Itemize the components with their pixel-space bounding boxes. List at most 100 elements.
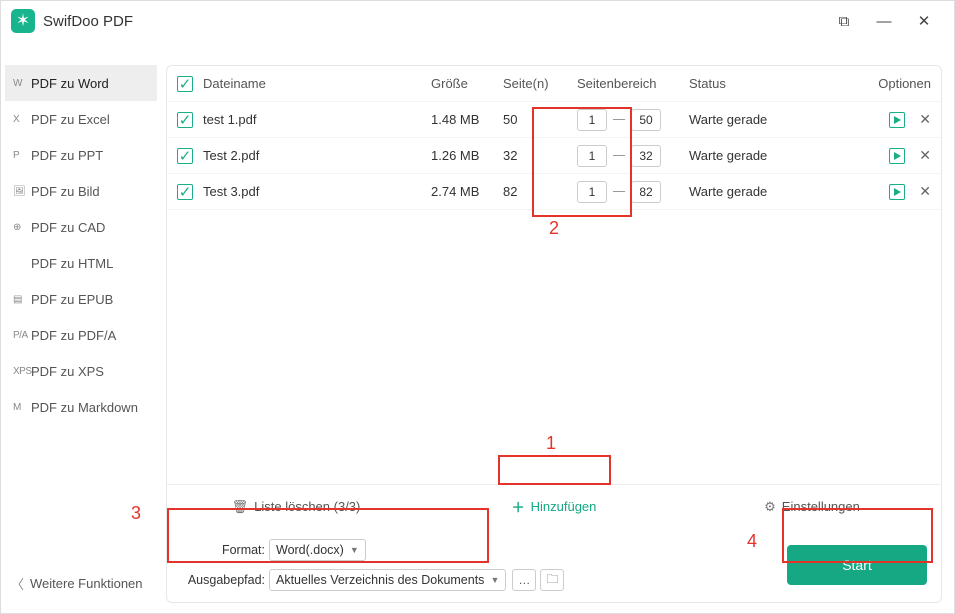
clear-list-label: Liste löschen (3/3) — [254, 499, 360, 514]
play-icon — [893, 116, 901, 124]
file-pages: 50 — [503, 112, 577, 127]
range-to-input[interactable] — [631, 109, 661, 131]
titlebar: ✶ SwifDoo PDF ⧉ — ✕ — [1, 1, 954, 41]
list-toolbar: 🗑 Liste löschen (3/3) ＋ Hinzufügen ⚙ Ein… — [167, 484, 941, 528]
format-badge-icon: ⊕ — [13, 222, 31, 233]
format-badge-icon: ▤ — [13, 294, 31, 305]
start-button[interactable]: Start — [787, 545, 927, 585]
format-badge-icon: 🖼 — [13, 186, 31, 197]
file-name: Test 3.pdf — [203, 184, 431, 199]
remove-button[interactable]: ✕ — [919, 183, 931, 200]
output-label: Ausgabepfad: — [181, 573, 269, 587]
folder-icon: 🗀 — [546, 570, 558, 591]
row-checkbox[interactable]: ✓ — [177, 112, 193, 128]
format-value: Word(.docx) — [276, 543, 344, 557]
file-name: test 1.pdf — [203, 112, 431, 127]
chevron-down-icon: ▼ — [490, 575, 499, 585]
sidebar-item[interactable]: P/APDF zu PDF/A — [5, 317, 157, 353]
format-badge-icon: P/A — [13, 330, 31, 341]
format-badge-icon: P — [13, 150, 31, 161]
row-checkbox[interactable]: ✓ — [177, 148, 193, 164]
output-select[interactable]: Aktuelles Verzeichnis des Dokuments ▼ — [269, 569, 506, 591]
sidebar-item-label: PDF zu XPS — [31, 364, 104, 379]
main-panel: ✓ Dateiname Größe Seite(n) Seitenbereich… — [166, 65, 942, 603]
window-close-icon[interactable]: ✕ — [904, 3, 944, 39]
output-more-button[interactable]: … — [512, 569, 536, 591]
sidebar-item-label: PDF zu HTML — [31, 256, 113, 271]
format-label: Format: — [181, 543, 269, 557]
sidebar-item-label: PDF zu Word — [31, 76, 109, 91]
sidebar-item-label: PDF zu EPUB — [31, 292, 113, 307]
header-pages: Seite(n) — [503, 76, 577, 91]
file-status: Warte gerade — [689, 112, 859, 127]
range-from-input[interactable] — [577, 109, 607, 131]
format-row: Format: Word(.docx) ▼ — [181, 539, 564, 561]
file-size: 2.74 MB — [431, 184, 503, 199]
bottom-bar: Format: Word(.docx) ▼ Ausgabepfad: Aktue… — [167, 528, 941, 602]
sidebar-item[interactable]: MPDF zu Markdown — [5, 389, 157, 425]
chevron-left-icon: 〈 — [11, 574, 24, 593]
header-name: Dateiname — [203, 76, 431, 91]
output-row: Ausgabepfad: Aktuelles Verzeichnis des D… — [181, 569, 564, 591]
sidebar-item[interactable]: XPSPDF zu XPS — [5, 353, 157, 389]
format-select[interactable]: Word(.docx) ▼ — [269, 539, 366, 561]
sidebar-item-label: PDF zu CAD — [31, 220, 105, 235]
range-dash-icon — [613, 191, 625, 192]
window-minimize-icon[interactable]: — — [864, 3, 904, 39]
add-button[interactable]: ＋ Hinzufügen — [425, 497, 683, 516]
window-compact-icon[interactable]: ⧉ — [824, 3, 864, 39]
file-size: 1.48 MB — [431, 112, 503, 127]
table-row: ✓ test 1.pdf1.48 MB50 Warte gerade ✕ — [167, 102, 941, 138]
gear-icon: ⚙ — [764, 499, 776, 515]
select-all-checkbox[interactable]: ✓ — [177, 76, 193, 92]
file-pages: 32 — [503, 148, 577, 163]
page-range — [577, 145, 689, 167]
file-status: Warte gerade — [689, 184, 859, 199]
clear-list-button[interactable]: 🗑 Liste löschen (3/3) — [167, 499, 425, 515]
table-header: ✓ Dateiname Größe Seite(n) Seitenbereich… — [167, 66, 941, 102]
sidebar-item[interactable]: PDF zu HTML — [5, 245, 157, 281]
remove-button[interactable]: ✕ — [919, 147, 931, 164]
sidebar-item[interactable]: WPDF zu Word — [5, 65, 157, 101]
more-functions[interactable]: 〈 Weitere Funktionen — [5, 563, 157, 603]
header-status: Status — [689, 76, 859, 91]
sidebar-item-label: PDF zu PPT — [31, 148, 103, 163]
range-dash-icon — [613, 119, 625, 120]
app-title: SwifDoo PDF — [43, 13, 133, 30]
sidebar-item[interactable]: 🖼PDF zu Bild — [5, 173, 157, 209]
preview-button[interactable] — [889, 112, 905, 128]
file-status: Warte gerade — [689, 148, 859, 163]
trash-icon: 🗑 — [232, 499, 249, 515]
output-folder-button[interactable]: 🗀 — [540, 569, 564, 591]
range-to-input[interactable] — [631, 181, 661, 203]
sidebar-item[interactable]: ⊕PDF zu CAD — [5, 209, 157, 245]
format-badge-icon: M — [13, 402, 31, 413]
table-row: ✓Test 3.pdf2.74 MB82Warte gerade✕ — [167, 174, 941, 210]
file-name: Test 2.pdf — [203, 148, 431, 163]
plus-icon: ＋ — [512, 497, 525, 516]
format-badge-icon: W — [13, 78, 31, 89]
header-options: Optionen — [859, 76, 931, 91]
range-from-input[interactable] — [577, 145, 607, 167]
sidebar-item[interactable]: XPDF zu Excel — [5, 101, 157, 137]
remove-button[interactable]: ✕ — [919, 111, 931, 128]
preview-button[interactable] — [889, 148, 905, 164]
sidebar-item-label: PDF zu Bild — [31, 184, 100, 199]
add-label: Hinzufügen — [531, 499, 597, 514]
sidebar-item[interactable]: PPDF zu PPT — [5, 137, 157, 173]
row-checkbox[interactable]: ✓ — [177, 184, 193, 200]
app-logo: ✶ — [11, 9, 35, 33]
more-functions-label: Weitere Funktionen — [30, 576, 143, 591]
preview-button[interactable] — [889, 184, 905, 200]
sidebar-item-label: PDF zu PDF/A — [31, 328, 116, 343]
settings-label: Einstellungen — [782, 499, 860, 514]
range-from-input[interactable] — [577, 181, 607, 203]
format-badge-icon: X — [13, 114, 31, 125]
range-to-input[interactable] — [631, 145, 661, 167]
settings-button[interactable]: ⚙ Einstellungen — [683, 499, 941, 515]
file-size: 1.26 MB — [431, 148, 503, 163]
page-range — [577, 109, 689, 131]
sidebar-item[interactable]: ▤PDF zu EPUB — [5, 281, 157, 317]
format-badge-icon: XPS — [13, 366, 31, 377]
header-range: Seitenbereich — [577, 76, 689, 91]
